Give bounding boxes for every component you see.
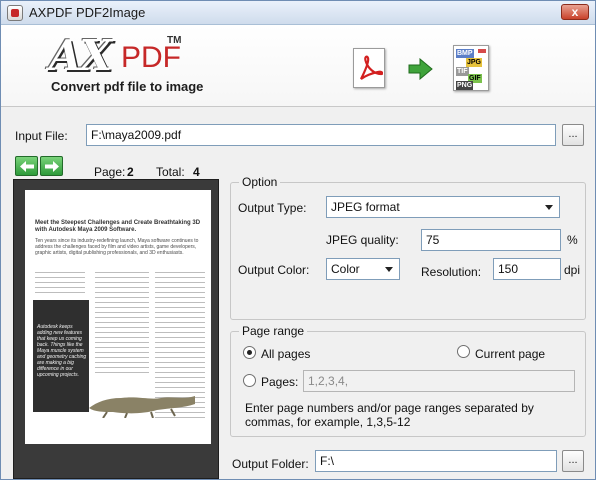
chevron-down-icon (541, 199, 557, 215)
page-range-hint: Enter page numbers and/or page ranges se… (245, 401, 534, 429)
pages-radio[interactable] (243, 374, 256, 387)
arrow-left-icon (20, 161, 34, 172)
option-group-title: Option (239, 175, 281, 189)
page-label: Page: (94, 165, 126, 179)
page-preview: Meet the Steepest Challenges and Create … (13, 179, 219, 479)
current-page-label: Current page (475, 347, 546, 361)
total-label: Total: (156, 165, 185, 179)
logo-trademark: TM (167, 35, 182, 46)
pages-label: Pages: (261, 375, 299, 389)
image-formats-icon: BMP JPG TIF GIF PNG (453, 45, 489, 91)
output-folder-label: Output Folder: (232, 457, 309, 471)
output-type-select[interactable]: JPEG format (326, 196, 560, 218)
page-number: 2 (127, 165, 134, 179)
window-title: AXPDF PDF2Image (29, 5, 146, 20)
output-type-label: Output Type: (238, 201, 307, 215)
total-pages: 4 (193, 165, 200, 179)
resolution-unit: dpi (564, 263, 581, 277)
resolution-field[interactable]: 150 (493, 258, 561, 280)
preview-heading: Meet the Steepest Challenges and Create … (35, 220, 201, 233)
title-bar: AXPDF PDF2Image x (1, 1, 595, 25)
crocodile-image (89, 396, 195, 418)
logo-ax: AX (49, 31, 112, 80)
page-range-group-title: Page range (239, 324, 308, 338)
header-banner: AX PDF TM Convert pdf file to image BMP … (1, 25, 595, 107)
resolution-label: Resolution: (421, 265, 482, 279)
logo-pdf: PDF (121, 41, 181, 74)
next-page-button[interactable] (40, 156, 63, 176)
all-pages-radio[interactable] (243, 346, 256, 359)
close-button[interactable]: x (561, 4, 589, 20)
pages-field[interactable]: 1,2,3,4, (303, 370, 575, 392)
jpeg-quality-unit: % (567, 233, 578, 247)
chevron-down-icon (381, 261, 397, 277)
input-browse-button[interactable]: ... (562, 124, 584, 146)
app-icon (7, 5, 23, 21)
input-file-field[interactable]: F:\maya2009.pdf (86, 124, 556, 146)
preview-intro: Ten years since its industry-redefining … (35, 238, 199, 256)
arrow-right-icon (45, 161, 59, 172)
output-folder-field[interactable]: F:\ (315, 450, 557, 472)
all-pages-label: All pages (261, 347, 311, 361)
app-window: AXPDF PDF2Image x AX PDF TM Convert pdf … (0, 0, 596, 480)
input-file-label: Input File: (15, 129, 68, 143)
jpeg-quality-label: JPEG quality: (326, 233, 399, 247)
previous-page-button[interactable] (15, 156, 38, 176)
convert-arrow-icon (408, 58, 433, 80)
preview-quote: Autodesk keeps adding new features that … (37, 324, 87, 378)
preview-page: Meet the Steepest Challenges and Create … (25, 190, 211, 444)
tagline: Convert pdf file to image (51, 79, 204, 94)
current-page-radio[interactable] (457, 345, 470, 358)
output-color-label: Output Color: (238, 263, 310, 277)
output-color-select[interactable]: Color (326, 258, 400, 280)
output-browse-button[interactable]: ... (562, 450, 584, 472)
jpeg-quality-field[interactable]: 75 (421, 229, 561, 251)
pdf-document-icon (353, 48, 385, 88)
